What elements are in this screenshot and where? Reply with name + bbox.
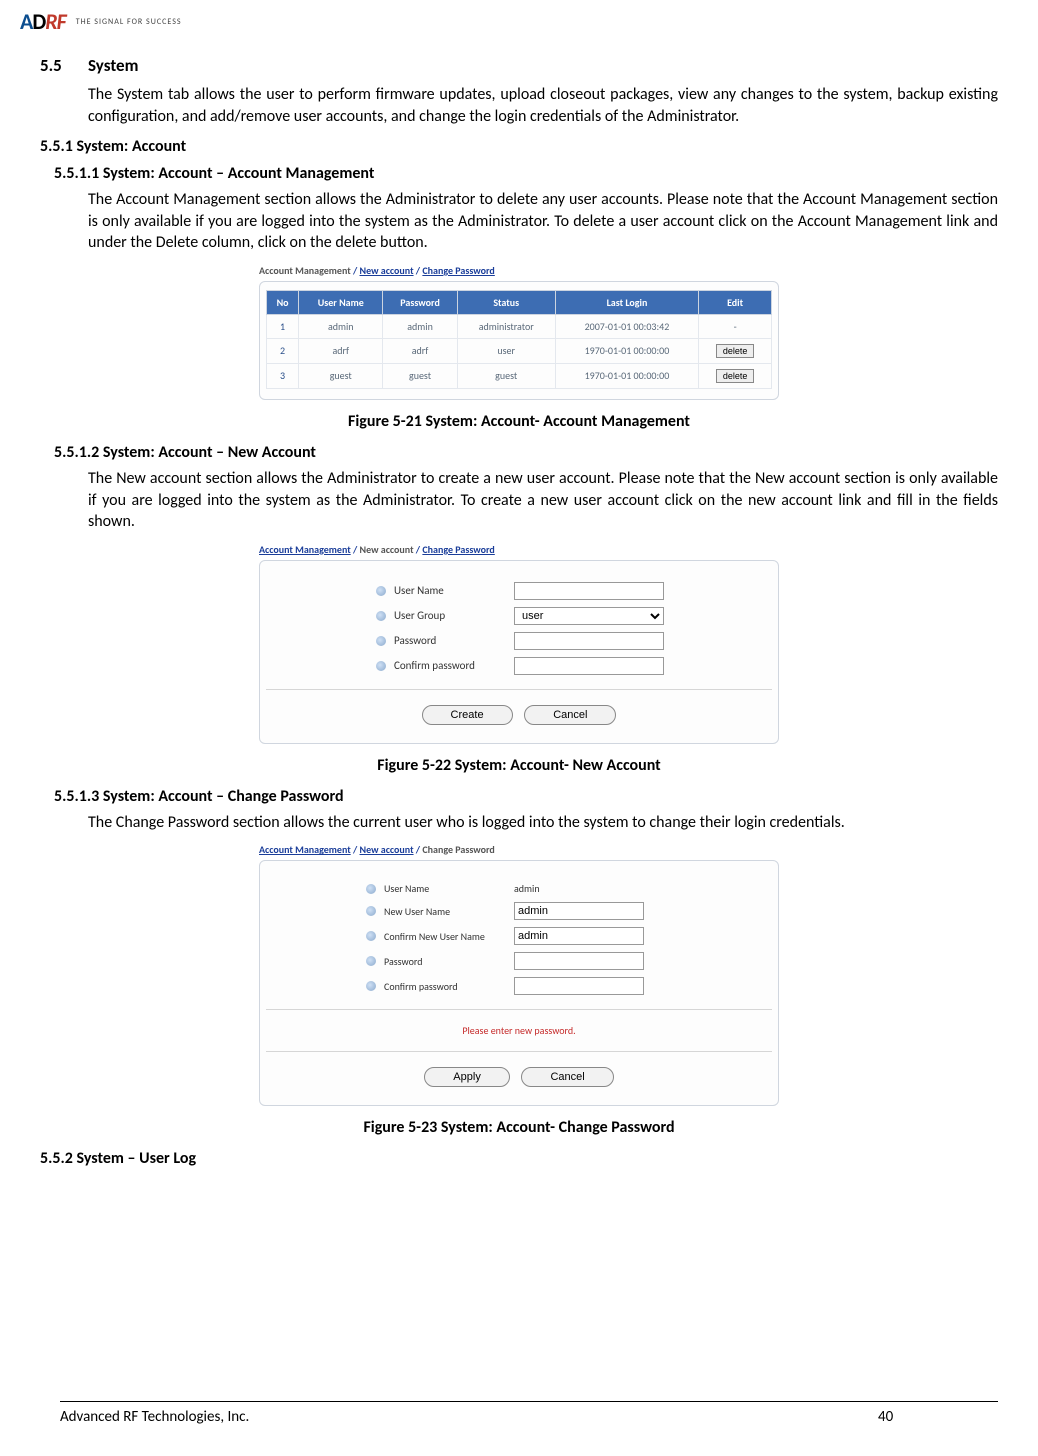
- crumb-new-account-link[interactable]: New account: [360, 264, 414, 277]
- col-status: Status: [457, 290, 555, 314]
- heading-5.5.1.2: 5.5.1.2 System: Account – New Account: [54, 443, 998, 462]
- table-row: 3 guest guest guest 1970-01-01 00:00:00 …: [267, 363, 772, 388]
- figure-caption-5-23: Figure 5-23 System: Account- Change Pass…: [40, 1118, 998, 1137]
- table-row: 1 admin admin administrator 2007-01-01 0…: [267, 314, 772, 338]
- form-row: User Name admin: [266, 882, 772, 895]
- apply-button[interactable]: Apply: [424, 1067, 510, 1087]
- form-row: Password: [266, 952, 772, 970]
- bullet-icon: [366, 931, 376, 941]
- confirm-password-input[interactable]: [514, 657, 664, 675]
- crumb-account-mgmt-link[interactable]: Account Management: [259, 843, 351, 856]
- col-no: No: [267, 290, 299, 314]
- heading-5.5.1.3: 5.5.1.3 System: Account – Change Passwor…: [54, 787, 998, 806]
- confirm-password-input[interactable]: [514, 977, 644, 995]
- label-usergroup: User Group: [394, 609, 514, 622]
- new-username-input[interactable]: [514, 902, 644, 920]
- form-row: New User Name: [266, 902, 772, 920]
- brand-logo: ADRF: [20, 8, 66, 35]
- form-row: User Group user: [266, 607, 772, 625]
- crumb-change-password-link[interactable]: Change Password: [422, 543, 494, 556]
- change-password-panel: User Name admin New User Name Confirm Ne…: [259, 860, 779, 1106]
- breadcrumb: Account Management / New account / Chang…: [259, 843, 779, 856]
- bullet-icon: [376, 611, 386, 621]
- divider: [266, 1051, 772, 1052]
- body-5.5.1.2: The New account section allows the Admin…: [88, 468, 998, 533]
- heading-5.5.1: 5.5.1 System: Account: [40, 137, 998, 156]
- label-password: Password: [384, 955, 514, 968]
- divider: [266, 1009, 772, 1010]
- figure-caption-5-22: Figure 5-22 System: Account- New Account: [40, 756, 998, 775]
- heading-5.5.2: 5.5.2 System – User Log: [40, 1149, 998, 1168]
- form-row: Password: [266, 632, 772, 650]
- password-input[interactable]: [514, 952, 644, 970]
- bullet-icon: [366, 956, 376, 966]
- bullet-icon: [366, 906, 376, 916]
- breadcrumb: Account Management / New account / Chang…: [259, 543, 779, 556]
- crumb-new-account-link[interactable]: New account: [360, 843, 414, 856]
- footer-page-number: 40: [878, 1408, 998, 1426]
- body-5.5: The System tab allows the user to perfor…: [88, 84, 998, 127]
- label-password: Password: [394, 634, 514, 647]
- create-button[interactable]: Create: [422, 705, 513, 725]
- username-input[interactable]: [514, 582, 664, 600]
- heading-5.5.1.1: 5.5.1.1 System: Account – Account Manage…: [54, 164, 998, 183]
- col-edit: Edit: [699, 290, 772, 314]
- col-user: User Name: [299, 290, 383, 314]
- tagline: THE SIGNAL FOR SUCCESS: [76, 17, 182, 27]
- form-row: Confirm New User Name: [266, 927, 772, 945]
- label-username: User Name: [394, 584, 514, 597]
- label-confirm-new-username: Confirm New User Name: [384, 930, 514, 943]
- breadcrumb: Account Management / New account / Chang…: [259, 264, 779, 277]
- username-value: admin: [514, 882, 540, 895]
- form-row: Confirm password: [266, 657, 772, 675]
- account-table: No User Name Password Status Last Login …: [266, 290, 772, 389]
- form-row: User Name: [266, 582, 772, 600]
- screenshot-new-account: Account Management / New account / Chang…: [259, 543, 779, 744]
- crumb-account-mgmt: Account Management: [259, 264, 351, 277]
- page-footer: Advanced RF Technologies, Inc. 40: [60, 1401, 998, 1426]
- col-last: Last Login: [555, 290, 698, 314]
- body-5.5.1.1: The Account Management section allows th…: [88, 189, 998, 254]
- cancel-button[interactable]: Cancel: [524, 705, 616, 725]
- divider: [266, 689, 772, 690]
- label-new-username: New User Name: [384, 905, 514, 918]
- screenshot-account-management: Account Management / New account / Chang…: [259, 264, 779, 400]
- form-row: Confirm password: [266, 977, 772, 995]
- header-logo: ADRF THE SIGNAL FOR SUCCESS: [0, 0, 1038, 43]
- heading-5.5: 5.5System: [40, 55, 998, 76]
- crumb-change-password: Change Password: [422, 843, 494, 856]
- warning-text: Please enter new password.: [266, 1024, 772, 1037]
- table-row: 2 adrf adrf user 1970-01-01 00:00:00 del…: [267, 338, 772, 363]
- crumb-change-password-link[interactable]: Change Password: [422, 264, 494, 277]
- footer-company: Advanced RF Technologies, Inc.: [60, 1408, 878, 1426]
- label-username: User Name: [384, 882, 514, 895]
- crumb-account-mgmt-link[interactable]: Account Management: [259, 543, 351, 556]
- col-pw: Password: [383, 290, 457, 314]
- bullet-icon: [376, 586, 386, 596]
- crumb-new-account: New account: [360, 543, 414, 556]
- new-account-panel: User Name User Group user Password Confi…: [259, 560, 779, 744]
- body-5.5.1.3: The Change Password section allows the c…: [88, 812, 998, 834]
- delete-button[interactable]: delete: [716, 344, 755, 358]
- label-confirm-password: Confirm password: [384, 980, 514, 993]
- screenshot-change-password: Account Management / New account / Chang…: [259, 843, 779, 1106]
- bullet-icon: [376, 636, 386, 646]
- bullet-icon: [376, 661, 386, 671]
- delete-button[interactable]: delete: [716, 369, 755, 383]
- usergroup-select[interactable]: user: [514, 607, 664, 625]
- bullet-icon: [366, 884, 376, 894]
- password-input[interactable]: [514, 632, 664, 650]
- bullet-icon: [366, 981, 376, 991]
- cancel-button[interactable]: Cancel: [521, 1067, 613, 1087]
- confirm-new-username-input[interactable]: [514, 927, 644, 945]
- figure-caption-5-21: Figure 5-21 System: Account- Account Man…: [40, 412, 998, 431]
- label-confirm-password: Confirm password: [394, 659, 514, 672]
- account-table-panel: No User Name Password Status Last Login …: [259, 281, 779, 400]
